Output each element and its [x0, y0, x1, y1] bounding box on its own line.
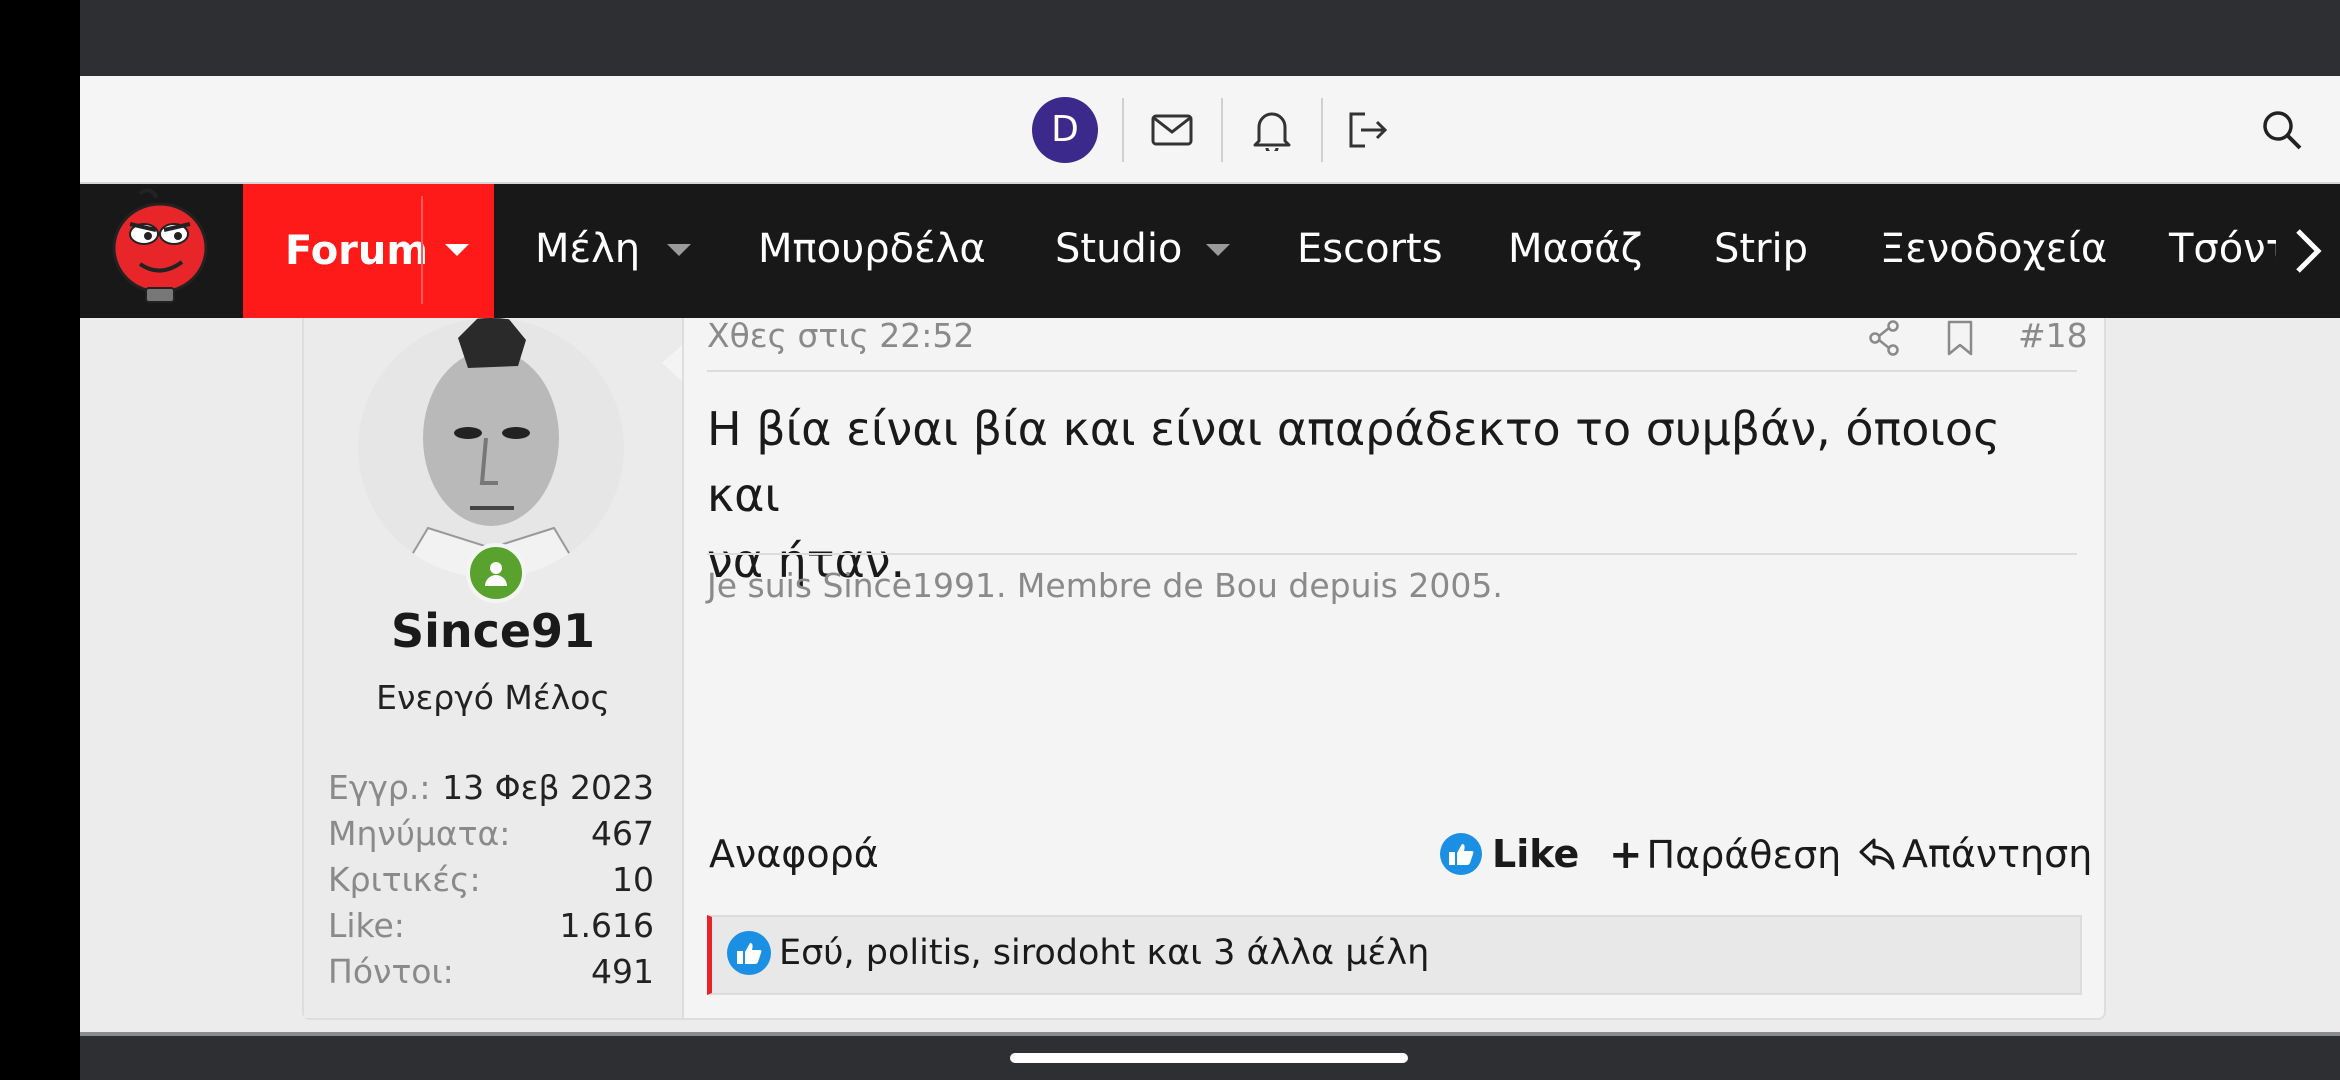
nav-item-brothels[interactable]: Μπουρδέλα	[758, 226, 986, 272]
like-label: Like	[1492, 832, 1580, 876]
logout-icon[interactable]	[1338, 100, 1398, 160]
nav-item-studio[interactable]: Studio	[1055, 226, 1182, 272]
stat-label: Εγγρ.:	[328, 768, 431, 807]
stat-value: 467	[591, 814, 654, 853]
report-link[interactable]: Αναφορά	[709, 832, 879, 876]
nav-item-label: Τσόντ	[2169, 226, 2276, 272]
stat-value: 1.616	[559, 906, 654, 945]
search-icon[interactable]	[2252, 100, 2312, 160]
username[interactable]: Since91	[304, 604, 682, 658]
divider	[707, 370, 2077, 372]
stat-label: Πόντοι:	[328, 952, 454, 991]
message-arrow	[662, 345, 682, 381]
online-status-icon	[466, 543, 526, 603]
post-number-link[interactable]: #18	[2018, 316, 2088, 355]
chevron-down-icon[interactable]	[667, 244, 691, 256]
separator	[421, 196, 423, 304]
user-avatar-photo[interactable]	[358, 318, 624, 578]
likes-summary-text[interactable]: Εσύ, politis, sirodoht και 3 άλλα μέλη	[779, 933, 1429, 973]
nav-item-label: Forum	[285, 228, 429, 274]
stat-value: 10	[612, 860, 654, 899]
nav-item-massage[interactable]: Μασάζ	[1508, 226, 1642, 272]
nav-item-strip[interactable]: Strip	[1714, 226, 1808, 272]
chevron-down-icon[interactable]	[445, 244, 469, 256]
user-title: Ενεργό Μέλος	[376, 678, 610, 717]
stat-label: Κριτικές:	[328, 860, 481, 899]
reply-label: Απάντηση	[1902, 832, 2093, 876]
post-body-line: Η βία είναι βία και είναι απαράδεκτο το …	[707, 402, 2001, 522]
top-bar	[80, 76, 2340, 184]
user-avatar[interactable]: D	[1032, 97, 1098, 163]
post-date[interactable]: Χθες στις 22:52	[707, 316, 974, 355]
site-logo[interactable]	[100, 186, 220, 314]
like-button[interactable]: Like	[1440, 832, 1579, 876]
stat-label: Μηνύματα:	[328, 814, 511, 853]
nav-item-clipped[interactable]: Τσόντ	[2160, 184, 2276, 318]
separator	[1321, 98, 1323, 162]
mail-icon[interactable]	[1142, 100, 1202, 160]
plus-icon: +	[1609, 832, 1643, 878]
nav-item-members[interactable]: Μέλη	[535, 226, 640, 272]
quote-label: Παράθεση	[1646, 833, 1842, 877]
signature-divider	[707, 553, 2077, 555]
nav-item-hotels[interactable]: Ξενοδοχεία	[1880, 226, 2107, 272]
home-indicator[interactable]	[1010, 1053, 1408, 1063]
reply-button[interactable]: Απάντηση	[1858, 832, 2092, 876]
like-icon	[1440, 833, 1482, 875]
bookmark-icon[interactable]	[1940, 318, 1980, 358]
quote-button[interactable]: + Παράθεση	[1609, 832, 1841, 878]
bell-icon[interactable]	[1242, 100, 1302, 160]
like-icon	[727, 931, 771, 975]
post-body: Η βία είναι βία και είναι απαράδεκτο το …	[707, 396, 2077, 594]
signature: Je suis Since1991. Membre de Bou depuis …	[707, 566, 1503, 605]
share-icon[interactable]	[1864, 318, 1904, 358]
stat-label: Like:	[328, 906, 405, 945]
reply-icon	[1858, 837, 1896, 871]
status-bar	[80, 0, 2340, 76]
chevron-down-icon[interactable]	[1206, 244, 1230, 256]
nav-scroll-right-button[interactable]	[2276, 184, 2340, 318]
separator	[1221, 98, 1223, 162]
nav-item-escorts[interactable]: Escorts	[1297, 226, 1443, 272]
stat-value: 13 Φεβ 2023	[442, 768, 654, 807]
separator	[1122, 98, 1124, 162]
stat-value: 491	[591, 952, 654, 991]
left-black-strip	[0, 0, 80, 1080]
